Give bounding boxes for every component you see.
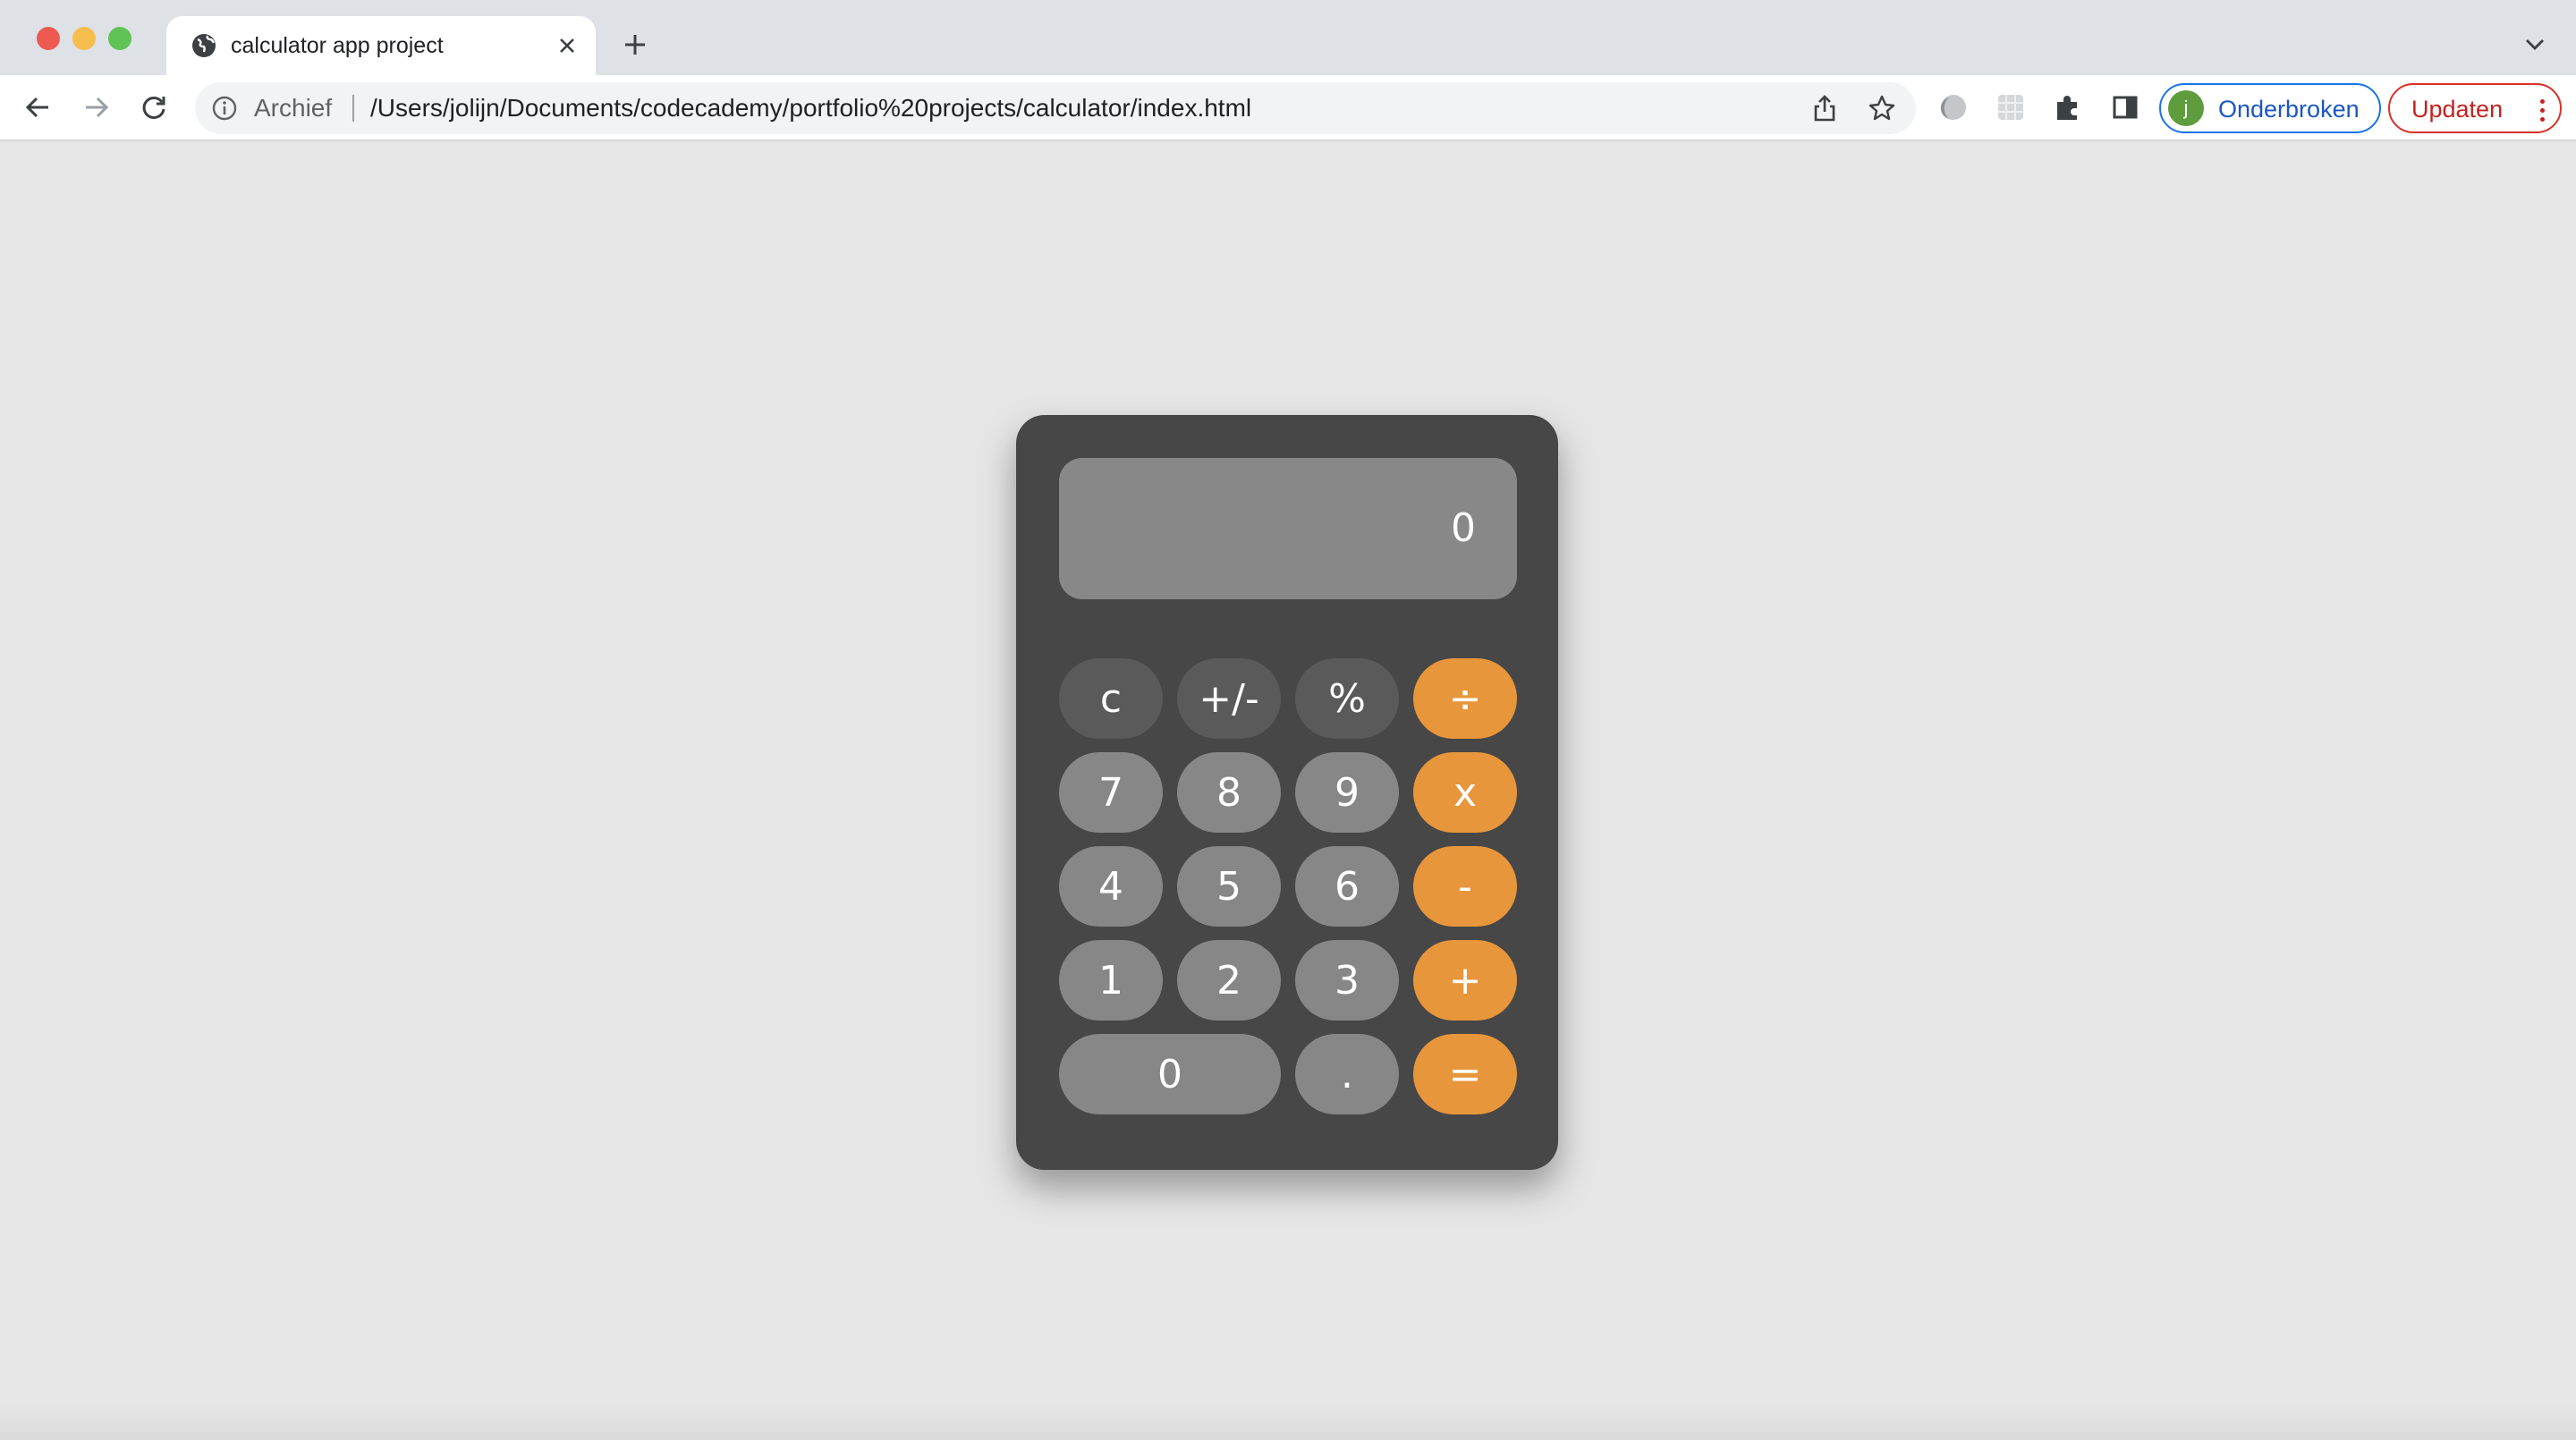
info-icon[interactable]: [211, 95, 238, 122]
digit-4-button[interactable]: 4: [1059, 846, 1163, 927]
display-value: 0: [1451, 505, 1476, 551]
negate-button[interactable]: +/-: [1177, 658, 1281, 739]
forward-arrow-icon[interactable]: [73, 84, 120, 131]
bookmark-star-icon[interactable]: [1864, 90, 1900, 126]
calculator: 0 c +/- % ÷ 7 8 9 x 4 5 6 - 1 2 3 + 0 . …: [1016, 415, 1558, 1170]
avatar: j: [2168, 90, 2204, 126]
decimal-button[interactable]: .: [1295, 1034, 1399, 1114]
update-label: Updaten: [2411, 96, 2504, 123]
page-viewport: 0 c +/- % ÷ 7 8 9 x 4 5 6 - 1 2 3 + 0 . …: [0, 141, 2576, 1440]
digit-2-button[interactable]: 2: [1177, 940, 1281, 1021]
browser-toolbar: Archief /Users/jolijn/Documents/codecade…: [0, 75, 2576, 141]
profile-status-label: Onderbroken: [2218, 96, 2360, 123]
subtract-button[interactable]: -: [1413, 846, 1517, 927]
digit-9-button[interactable]: 9: [1295, 752, 1399, 833]
multiply-button[interactable]: x: [1413, 752, 1517, 833]
puzzle-piece-icon[interactable]: [2046, 86, 2089, 129]
equals-button[interactable]: =: [1413, 1034, 1517, 1114]
add-button[interactable]: +: [1413, 940, 1517, 1021]
omnibox-divider: [352, 95, 354, 122]
site-info-chip[interactable]: Archief: [254, 93, 332, 123]
tab-title: calculator app project: [231, 33, 444, 58]
chevron-down-icon[interactable]: [2517, 27, 2553, 63]
address-bar[interactable]: Archief /Users/jolijn/Documents/codecade…: [195, 82, 1916, 134]
divide-button[interactable]: ÷: [1413, 658, 1517, 739]
digit-0-button[interactable]: 0: [1059, 1034, 1281, 1114]
digit-3-button[interactable]: 3: [1295, 940, 1399, 1021]
maximize-window-button[interactable]: [108, 27, 131, 50]
digit-7-button[interactable]: 7: [1059, 752, 1163, 833]
digit-5-button[interactable]: 5: [1177, 846, 1281, 927]
reload-icon[interactable]: [131, 84, 177, 131]
close-window-button[interactable]: [37, 27, 60, 50]
update-button[interactable]: Updaten: [2388, 83, 2562, 133]
share-icon[interactable]: [1807, 90, 1843, 126]
extension-grid-icon[interactable]: [1989, 86, 2032, 129]
extension-circle-icon[interactable]: [1932, 86, 1975, 129]
more-vertical-icon[interactable]: [2533, 92, 2551, 128]
close-tab-icon[interactable]: [551, 30, 583, 62]
calculator-display: 0: [1059, 458, 1517, 599]
new-tab-icon[interactable]: [617, 27, 653, 63]
bottom-shadow: [0, 1404, 2576, 1440]
tab-calculator[interactable]: calculator app project: [166, 16, 596, 75]
digit-6-button[interactable]: 6: [1295, 846, 1399, 927]
back-arrow-icon[interactable]: [14, 84, 61, 131]
clear-button[interactable]: c: [1059, 658, 1163, 739]
url-text[interactable]: /Users/jolijn/Documents/codecademy/portf…: [370, 93, 1251, 123]
globe-icon: [190, 31, 218, 60]
profile-button[interactable]: j Onderbroken: [2159, 83, 2381, 133]
tab-strip: calculator app project: [0, 0, 2576, 75]
digit-1-button[interactable]: 1: [1059, 940, 1163, 1021]
digit-8-button[interactable]: 8: [1177, 752, 1281, 833]
side-panel-icon[interactable]: [2104, 86, 2147, 129]
percent-button[interactable]: %: [1295, 658, 1399, 739]
minimize-window-button[interactable]: [72, 27, 96, 50]
